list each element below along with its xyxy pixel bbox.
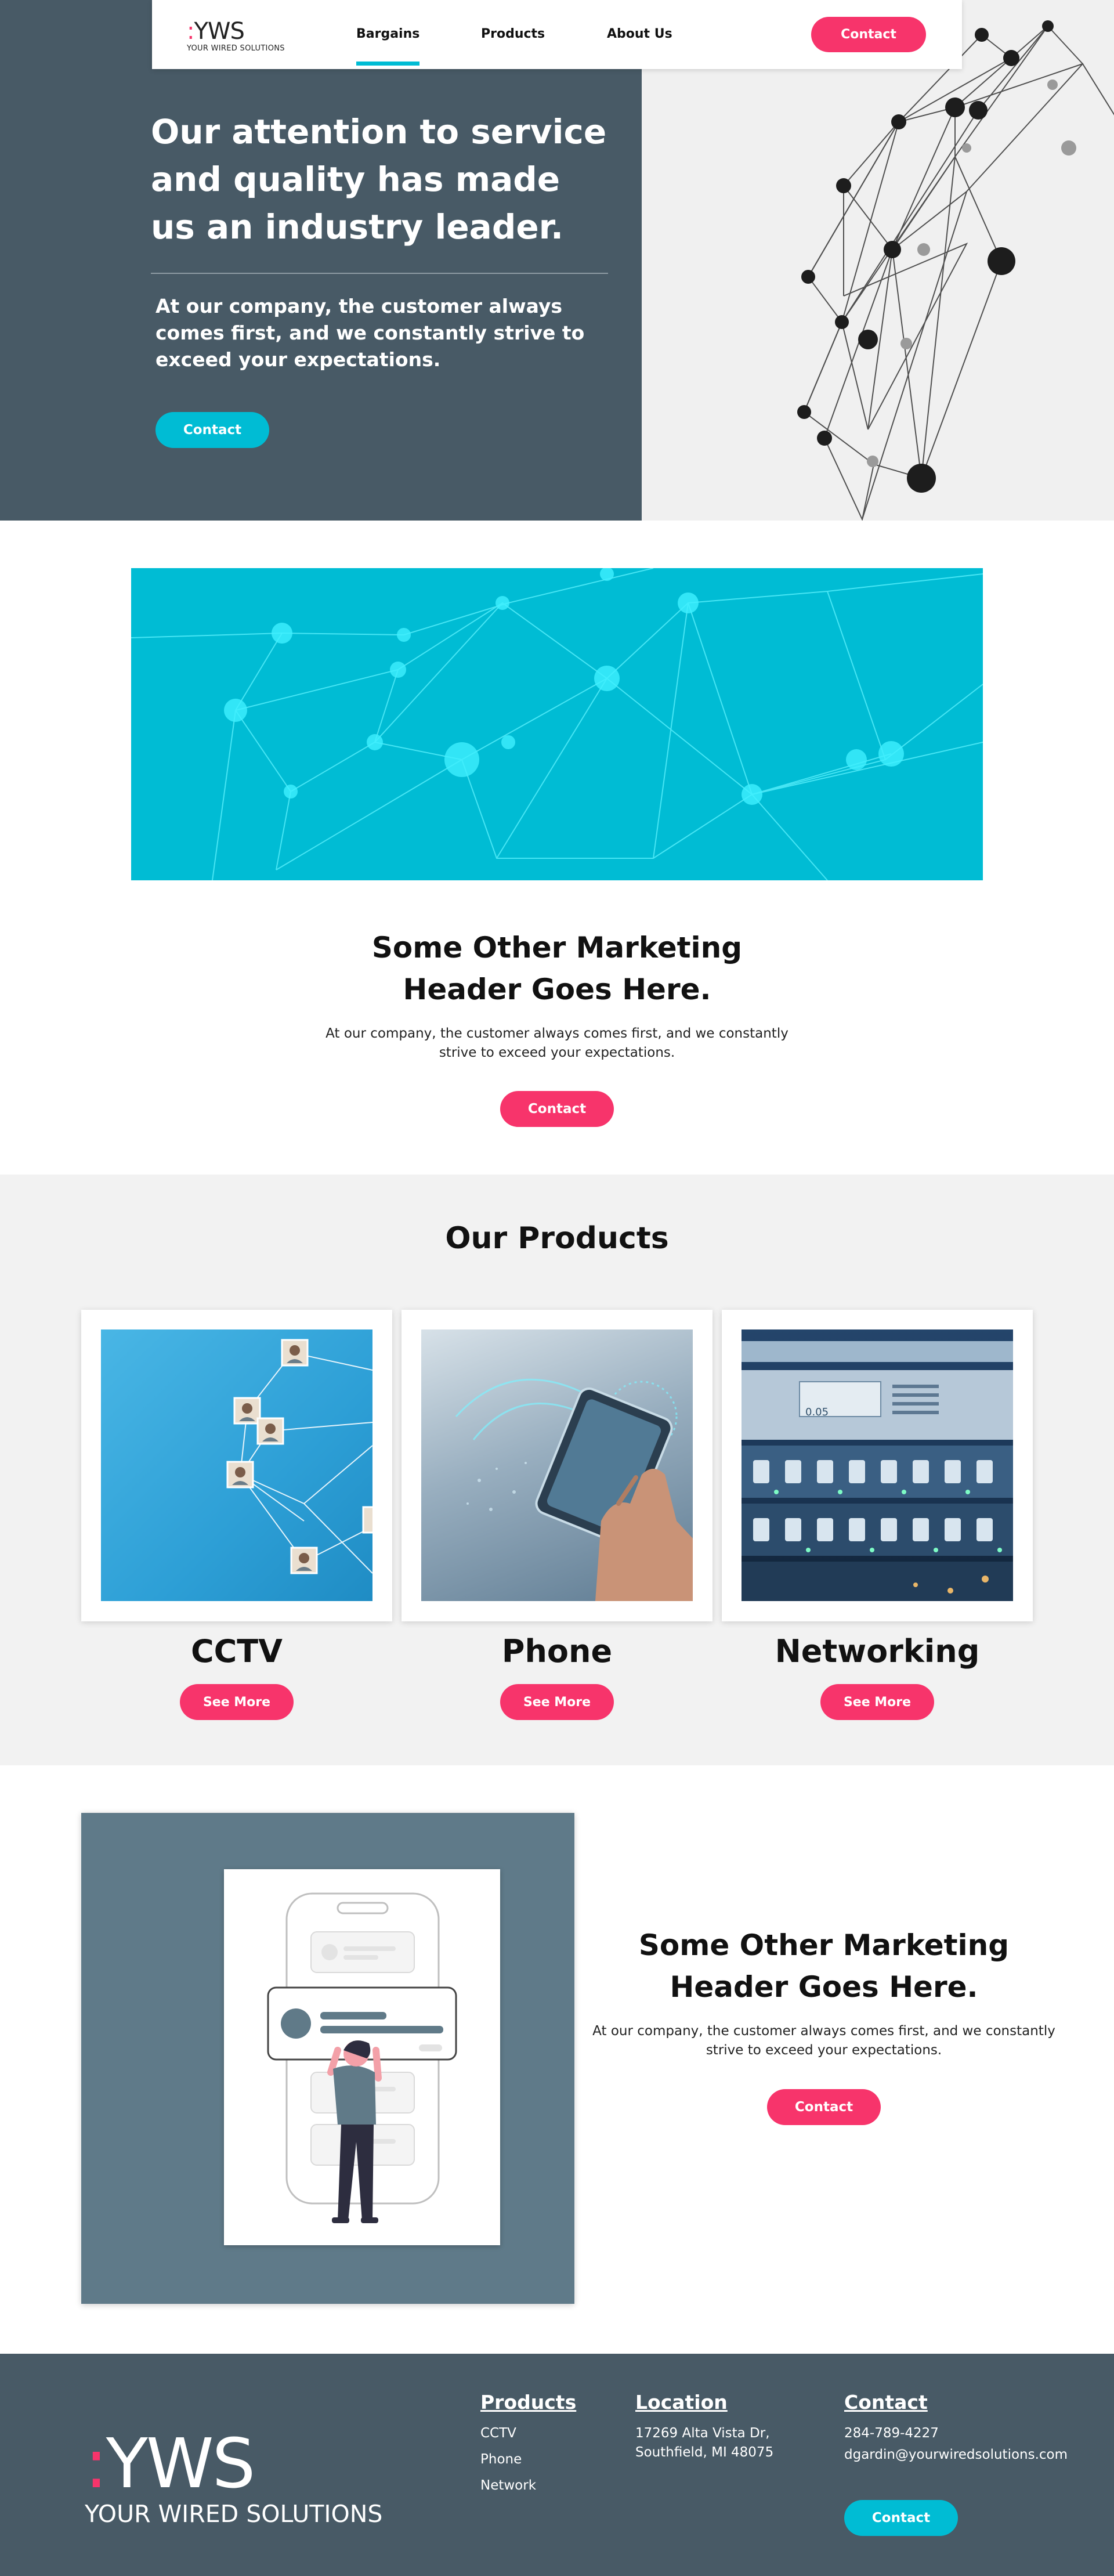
header-logo-subtitle: YOUR WIRED SOLUTIONS (187, 44, 285, 53)
product-card-networking[interactable]: 0.05 (722, 1310, 1033, 1621)
smartphone-hand-graphic (455, 1378, 693, 1601)
person-phone-illustration (267, 1892, 457, 2223)
footer-logo[interactable]: :YWS YOUR WIRED SOLUTIONS (85, 2429, 382, 2528)
nav-item-about-us[interactable]: About Us (607, 27, 672, 41)
footer-contact-heading: Contact (844, 2391, 928, 2414)
marketing1-contact-button[interactable]: Contact (500, 1091, 614, 1127)
product-card-phone[interactable] (402, 1310, 712, 1621)
products-section: Our Products 0.05 CCTV Phone Networking … (0, 1175, 1114, 1765)
header-logo[interactable]: :YWS YOUR WIRED SOLUTIONS (187, 20, 285, 53)
hero-title: Our attention to service and quality has… (151, 112, 607, 247)
product-label-phone: Phone (501, 1633, 613, 1670)
footer-products-column: Products CCTV Phone Network (480, 2391, 576, 2495)
footer-contact-button[interactable]: Contact (844, 2500, 958, 2536)
hero-network-image (642, 0, 1114, 521)
server-readout: 0.05 (805, 1406, 829, 1418)
marketing2-contact-button[interactable]: Contact (767, 2089, 881, 2125)
product-label-cctv: CCTV (191, 1633, 283, 1670)
hero-contact-button[interactable]: Contact (155, 412, 269, 448)
footer-logo-mark: YWS (106, 2423, 256, 2503)
site-footer: :YWS YOUR WIRED SOLUTIONS Products CCTV … (0, 2354, 1114, 2576)
footer-email-link[interactable]: dgardin@yourwiredsolutions.com (844, 2445, 1068, 2465)
banner-network-graphic (131, 568, 983, 880)
phone-image (421, 1329, 693, 1601)
marketing2-body: At our company, the customer always come… (592, 2024, 1055, 2058)
product-card-cctv[interactable] (81, 1310, 392, 1621)
nav-contact-button[interactable]: Contact (811, 17, 926, 52)
footer-location-column: Location 17269 Alta Vista Dr, Southfield… (635, 2391, 773, 2462)
marketing2-title: Some Other Marketing Header Goes Here. (638, 1928, 1010, 2004)
cctv-image (101, 1329, 372, 1601)
nav-item-products[interactable]: Products (481, 27, 545, 41)
footer-address-line2: Southfield, MI 48075 (635, 2445, 774, 2460)
products-title: Our Products (445, 1221, 669, 1256)
marketing2-image-panel (81, 1813, 574, 2304)
network-banner-image (131, 568, 983, 880)
nav-item-bargains[interactable]: Bargains (356, 27, 420, 66)
top-navbar: :YWS YOUR WIRED SOLUTIONS Bargains Produ… (152, 0, 962, 69)
footer-link-phone[interactable]: Phone (480, 2450, 576, 2469)
product-label-networking: Networking (775, 1633, 980, 1670)
hero-left-panel (0, 0, 642, 521)
footer-link-cctv[interactable]: CCTV (480, 2424, 576, 2443)
see-more-cctv-button[interactable]: See More (180, 1684, 294, 1720)
footer-contact-column: Contact 284-789-4227 dgardin@yourwiredso… (844, 2391, 1068, 2465)
footer-logo-subtitle: YOUR WIRED SOLUTIONS (85, 2500, 383, 2528)
see-more-phone-button[interactable]: See More (500, 1684, 614, 1720)
server-rack-graphic: 0.05 (742, 1341, 1013, 1601)
networking-image: 0.05 (742, 1329, 1013, 1601)
hero-body: At our company, the customer always come… (155, 295, 585, 371)
footer-location-heading: Location (635, 2391, 728, 2414)
header-logo-mark: YWS (194, 18, 244, 45)
footer-logo-colon-icon: : (85, 2423, 108, 2503)
people-network-graphic (226, 1339, 372, 1574)
marketing1-body: At our company, the customer always come… (325, 1026, 789, 1060)
network-globe-graphic (797, 20, 1114, 521)
logo-colon-icon: : (187, 18, 195, 45)
marketing2-illustration (224, 1869, 500, 2245)
marketing1-title: Some Other Marketing Header Goes Here. (371, 931, 743, 1006)
see-more-networking-button[interactable]: See More (820, 1684, 934, 1720)
footer-address-line1: 17269 Alta Vista Dr, (635, 2426, 770, 2441)
hero-divider (151, 273, 608, 274)
hero-section: :YWS YOUR WIRED SOLUTIONS Bargains Produ… (0, 0, 1114, 521)
footer-phone: 284-789-4227 (844, 2426, 939, 2441)
footer-products-heading: Products (480, 2391, 577, 2414)
footer-link-network[interactable]: Network (480, 2476, 576, 2495)
